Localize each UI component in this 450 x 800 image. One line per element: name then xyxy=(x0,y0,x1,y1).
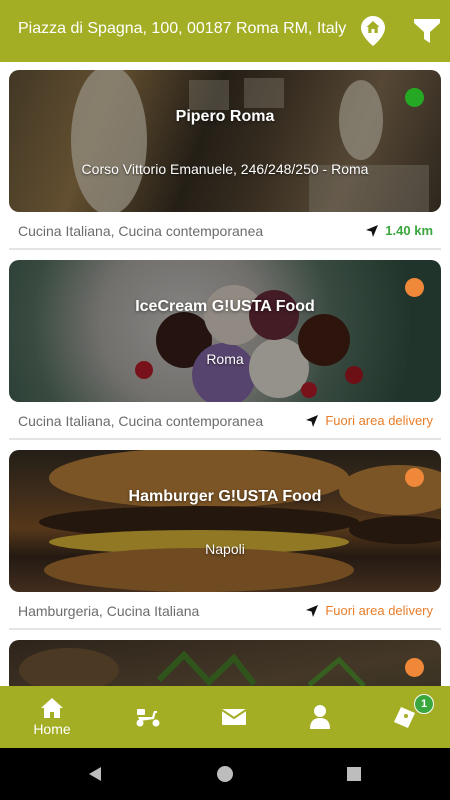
status-indicator xyxy=(405,468,424,487)
distance-info: 1.40 km xyxy=(365,223,433,238)
location-button[interactable] xyxy=(353,11,393,51)
restaurant-cuisine: Cucina Italiana, Cucina contemporanea xyxy=(18,223,264,239)
nav-coupons[interactable]: 1 xyxy=(366,686,446,748)
app-screen: Piazza di Spagna, 100, 00187 Roma RM, It… xyxy=(0,0,450,800)
current-address[interactable]: Piazza di Spagna, 100, 00187 Roma RM, It… xyxy=(18,20,346,38)
restaurant-name: Pipero Roma xyxy=(175,108,275,125)
top-bar: Piazza di Spagna, 100, 00187 Roma RM, It… xyxy=(0,0,450,62)
nav-messages[interactable] xyxy=(194,686,274,748)
status-indicator xyxy=(405,88,424,107)
home-circle-icon xyxy=(217,766,233,782)
restaurant-image[interactable]: Pipero Roma Corso Vittorio Emanuele, 246… xyxy=(9,70,441,212)
restaurant-name: Hamburger G!USTA Food xyxy=(128,488,322,505)
home-icon xyxy=(41,698,63,718)
nav-delivery[interactable] xyxy=(108,686,188,748)
navigation-arrow-icon xyxy=(306,604,319,617)
restaurant-info-row: Hamburgeria, Cucina Italiana Fuori area … xyxy=(9,592,441,630)
filter-icon xyxy=(414,19,440,43)
distance-info: Fuori area delivery xyxy=(305,603,433,618)
distance-text: Fuori area delivery xyxy=(325,603,433,618)
restaurant-list: Pipero Roma Corso Vittorio Emanuele, 246… xyxy=(0,62,450,686)
coupon-badge: 1 xyxy=(414,694,434,714)
nav-home-label: Home xyxy=(33,721,71,737)
restaurant-image[interactable] xyxy=(9,640,441,686)
system-home-button[interactable] xyxy=(212,761,238,787)
system-recents-button[interactable] xyxy=(341,761,367,787)
nav-profile[interactable] xyxy=(280,686,360,748)
bottom-navigation: Home 1 xyxy=(0,686,450,748)
restaurant-info-row: Cucina Italiana, Cucina contemporanea 1.… xyxy=(9,212,441,250)
scooter-icon xyxy=(136,709,160,727)
back-triangle-icon xyxy=(89,767,101,781)
restaurant-image[interactable]: IceCream G!USTA Food Roma xyxy=(9,260,441,402)
nav-home[interactable]: Home xyxy=(12,686,92,748)
status-indicator xyxy=(405,658,424,677)
restaurant-info-row: Cucina Italiana, Cucina contemporanea Fu… xyxy=(9,402,441,440)
restaurant-cuisine: Hamburgeria, Cucina Italiana xyxy=(18,603,200,619)
distance-text: Fuori area delivery xyxy=(325,413,433,428)
restaurant-name: IceCream G!USTA Food xyxy=(135,298,315,315)
system-navigation-bar xyxy=(0,748,450,800)
system-back-button[interactable] xyxy=(82,761,108,787)
user-icon xyxy=(310,705,330,729)
navigation-arrow-icon xyxy=(366,224,379,237)
mail-icon xyxy=(221,709,247,725)
restaurant-image[interactable]: Hamburger G!USTA Food Napoli xyxy=(9,450,441,592)
filter-button[interactable] xyxy=(407,11,447,51)
restaurant-address: Corso Vittorio Emanuele, 246/248/250 - R… xyxy=(81,161,369,177)
distance-info: Fuori area delivery xyxy=(305,413,433,428)
restaurant-cuisine: Cucina Italiana, Cucina contemporanea xyxy=(18,413,264,429)
recents-square-icon xyxy=(347,767,361,781)
status-indicator xyxy=(405,278,424,297)
restaurant-address: Roma xyxy=(206,351,244,367)
restaurant-address: Napoli xyxy=(205,541,245,557)
home-pin-icon xyxy=(361,16,385,46)
distance-text: 1.40 km xyxy=(385,223,433,238)
navigation-arrow-icon xyxy=(306,414,319,427)
